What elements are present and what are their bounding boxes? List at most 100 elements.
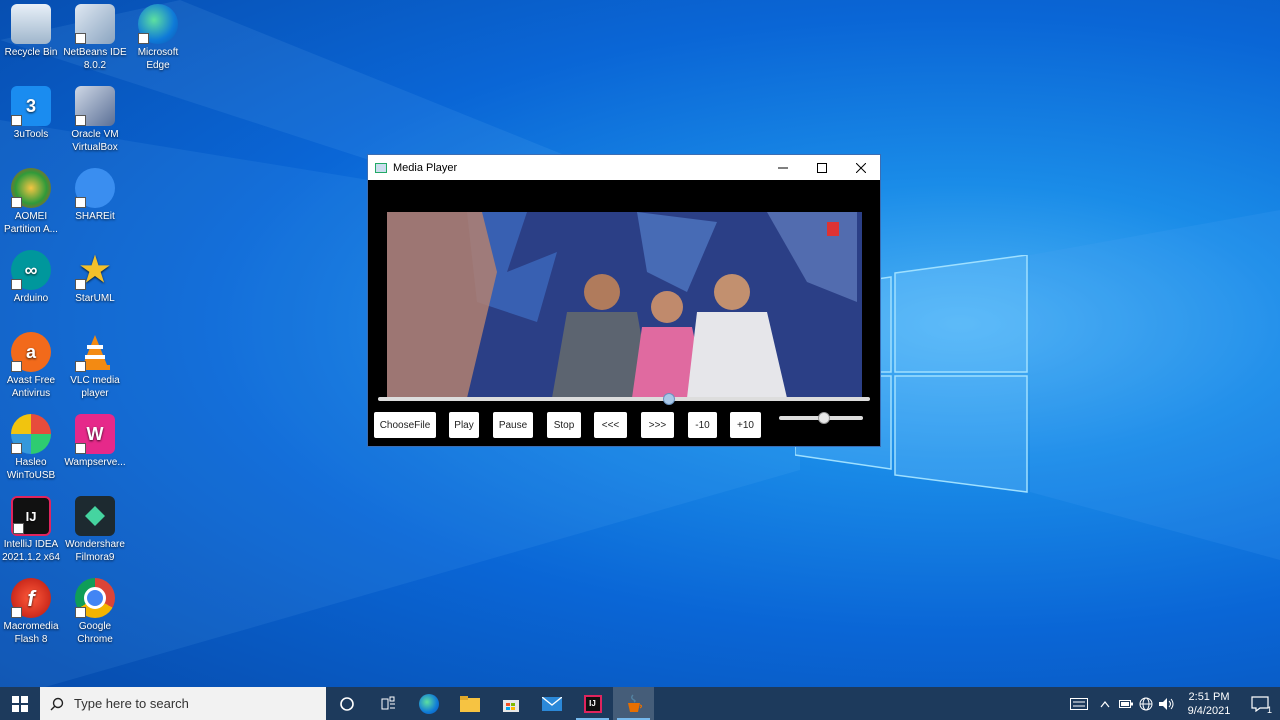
vlc-cone-icon — [75, 332, 115, 372]
desktop-icon-label: AOMEI Partition A... — [4, 211, 58, 235]
desktop-icon-staruml[interactable]: ★ StarUML — [63, 250, 127, 305]
stop-button[interactable]: Stop — [547, 412, 581, 438]
battery-icon — [1119, 699, 1133, 708]
arduino-icon: ∞ — [11, 250, 51, 290]
notification-count: 1 — [1266, 705, 1272, 715]
desktop-icon-wintousb[interactable]: Hasleo WinToUSB — [0, 414, 63, 482]
desktop-icon-3utools[interactable]: 3 3uTools — [0, 86, 63, 141]
taskbar-file-explorer[interactable] — [449, 687, 490, 720]
taskbar-store[interactable] — [490, 687, 531, 720]
tray-volume[interactable] — [1156, 687, 1178, 720]
clock-date: 9/4/2021 — [1187, 704, 1231, 717]
volume-slider[interactable] — [779, 412, 863, 424]
volume-slider-thumb[interactable] — [817, 412, 830, 424]
shareit-icon — [75, 168, 115, 208]
desktop-icon-label: Wampserve... — [64, 457, 126, 468]
aomei-icon — [11, 168, 51, 208]
wintousb-icon — [11, 414, 51, 454]
tray-show-hidden[interactable] — [1094, 687, 1116, 720]
media-player-window[interactable]: Media Player ChooseFile Play Pause Stop … — [367, 154, 881, 447]
3utools-icon: 3 — [11, 86, 51, 126]
window-title: Media Player — [393, 161, 458, 174]
taskbar-search-box[interactable]: Type here to search — [40, 687, 326, 720]
taskbar-edge[interactable] — [408, 687, 449, 720]
desktop-icon-chrome[interactable]: Google Chrome — [63, 578, 127, 646]
video-scene-image — [387, 212, 862, 398]
desktop-icon-avast[interactable]: a Avast Free Antivirus — [0, 332, 63, 400]
desktop-icon-label: Avast Free Antivirus — [6, 375, 56, 399]
choose-file-button[interactable]: ChooseFile — [374, 412, 436, 438]
seek-slider[interactable] — [378, 393, 870, 405]
desktop-icon-wampserver[interactable]: W Wampserve... — [63, 414, 127, 469]
video-frame[interactable] — [387, 212, 862, 398]
desktop-icon-arduino[interactable]: ∞ Arduino — [0, 250, 63, 305]
taskbar-clock[interactable]: 2:51 PM 9/4/2021 — [1178, 690, 1240, 718]
desktop-icon-label: Microsoft Edge — [137, 47, 179, 71]
desktop-icon-label: VLC media player — [70, 375, 120, 399]
minimize-icon — [777, 167, 788, 168]
taskbar-mail[interactable] — [531, 687, 572, 720]
desktop-icon-label: Recycle Bin — [4, 47, 58, 58]
cortana-button[interactable] — [326, 687, 367, 720]
desktop-icon-label: 3uTools — [13, 129, 49, 140]
desktop-icon-edge[interactable]: Microsoft Edge — [126, 4, 190, 72]
play-button[interactable]: Play — [449, 412, 479, 438]
filmora-icon — [75, 496, 115, 536]
java-cup-icon — [627, 694, 642, 712]
folder-icon — [459, 695, 480, 712]
tray-battery[interactable] — [1116, 687, 1136, 720]
virtualbox-icon — [75, 86, 115, 126]
skip-back-10-button[interactable]: -10 — [688, 412, 717, 438]
taskbar-intellij[interactable]: IJ — [572, 687, 613, 720]
search-placeholder: Type here to search — [74, 696, 189, 711]
desktop-icon-label: NetBeans IDE 8.0.2 — [63, 47, 127, 71]
desktop-icon-netbeans[interactable]: NetBeans IDE 8.0.2 — [63, 4, 127, 72]
edge-icon — [418, 693, 439, 714]
maximize-button[interactable] — [802, 155, 841, 180]
title-bar[interactable]: Media Player — [368, 155, 880, 180]
desktop-icon-intellij[interactable]: IJ IntelliJ IDEA 2021.1.2 x64 — [0, 496, 63, 564]
tray-network[interactable] — [1136, 687, 1156, 720]
windows-start-icon — [12, 695, 28, 712]
java-app-icon — [375, 162, 387, 173]
desktop-icon-recycle-bin[interactable]: Recycle Bin — [0, 4, 63, 59]
task-view-button[interactable] — [367, 687, 408, 720]
close-icon — [855, 162, 866, 173]
chrome-icon — [75, 578, 115, 618]
rewind-button[interactable]: <<< — [594, 412, 627, 438]
intellij-icon: IJ — [11, 496, 51, 536]
fast-forward-button[interactable]: >>> — [641, 412, 674, 438]
seek-slider-thumb[interactable] — [663, 393, 676, 405]
desktop-icon-shareit[interactable]: SHAREit — [63, 168, 127, 223]
desktop-icon-label: Google Chrome — [77, 621, 113, 645]
action-center-button[interactable]: 1 — [1240, 687, 1280, 720]
desktop-icon-label: IntelliJ IDEA 2021.1.2 x64 — [2, 539, 60, 563]
edge-icon — [138, 4, 178, 44]
store-bag-icon — [502, 699, 519, 712]
desktop-icon-virtualbox[interactable]: Oracle VM VirtualBox — [63, 86, 127, 154]
minimize-button[interactable] — [763, 155, 802, 180]
start-button[interactable] — [0, 687, 40, 720]
desktop-icon-aomei[interactable]: AOMEI Partition A... — [0, 168, 63, 236]
desktop-icon-flash[interactable]: f Macromedia Flash 8 — [0, 578, 63, 646]
taskbar-java-app[interactable] — [613, 687, 654, 720]
close-button[interactable] — [841, 155, 880, 180]
recycle-bin-icon — [11, 4, 51, 44]
desktop-icon-label: Oracle VM VirtualBox — [71, 129, 119, 153]
pause-button[interactable]: Pause — [493, 412, 533, 438]
tray-keyboard[interactable] — [1064, 687, 1094, 720]
star-icon: ★ — [75, 250, 115, 290]
avast-icon: a — [11, 332, 51, 372]
globe-network-icon — [1139, 697, 1153, 710]
keyboard-icon — [1070, 697, 1088, 710]
maximize-icon — [816, 162, 827, 173]
skip-forward-10-button[interactable]: +10 — [730, 412, 761, 438]
speaker-icon — [1159, 697, 1174, 710]
desktop-icon-label: StarUML — [75, 293, 115, 304]
netbeans-icon — [75, 4, 115, 44]
desktop-icon-vlc[interactable]: VLC media player — [63, 332, 127, 400]
desktop-icon-filmora[interactable]: Wondershare Filmora9 — [63, 496, 127, 564]
desktop-icon-label: SHAREit — [75, 211, 115, 222]
task-view-icon — [381, 696, 395, 709]
search-icon — [50, 697, 64, 710]
